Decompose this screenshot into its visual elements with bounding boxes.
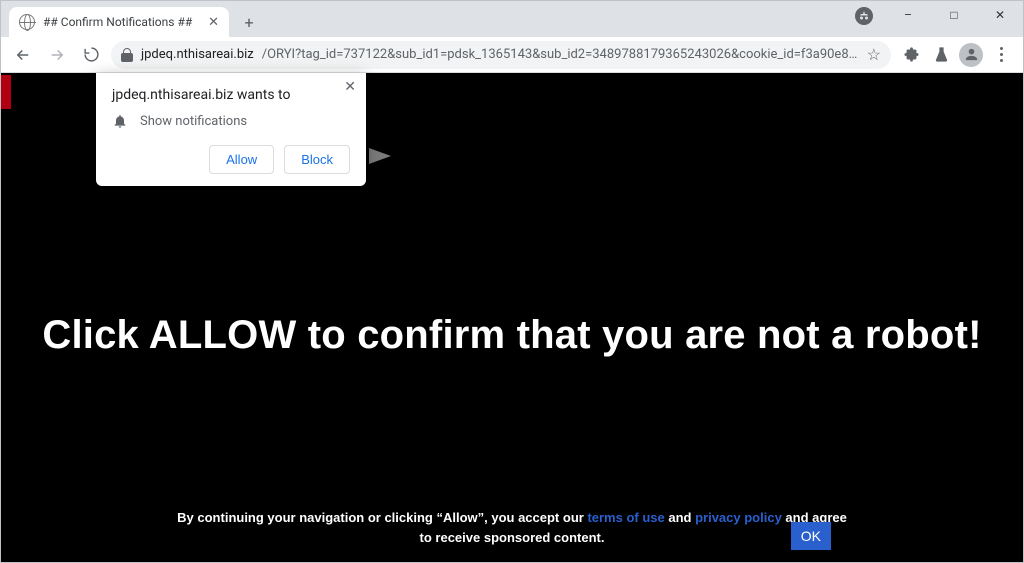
lock-icon: [121, 48, 133, 62]
extensions-button[interactable]: [897, 41, 925, 69]
window-minimize-button[interactable]: –: [885, 1, 931, 29]
browser-toolbar: jpdeq.nthisareai.biz/ORYI?tag_id=737122&…: [1, 37, 1023, 73]
window-controls: – □ ✕: [885, 1, 1023, 29]
window-maximize-button[interactable]: □: [931, 1, 977, 29]
window-close-button[interactable]: ✕: [977, 1, 1023, 29]
bell-icon: [112, 113, 128, 129]
back-button[interactable]: [9, 41, 37, 69]
dialog-close-button[interactable]: ✕: [344, 79, 356, 95]
kebab-icon: [992, 47, 1011, 62]
notification-permission-dialog: ✕ jpdeq.nthisareai.biz wants to Show not…: [96, 73, 366, 186]
pointer-arrow-icon: [369, 148, 391, 164]
dialog-origin-text: jpdeq.nthisareai.biz wants to: [112, 87, 350, 103]
browser-tab[interactable]: ## Confirm Notifications ## ✕: [9, 7, 229, 37]
avatar-icon: [959, 43, 983, 67]
privacy-link[interactable]: privacy policy: [695, 510, 782, 525]
footer-text-1: By continuing your navigation or clickin…: [177, 510, 587, 525]
labs-button[interactable]: [927, 41, 955, 69]
footer-line2: to receive sponsored content.: [420, 530, 605, 545]
menu-button[interactable]: [987, 41, 1015, 69]
page-content: Click ALLOW to confirm that you are not …: [1, 73, 1023, 562]
bookmark-star-icon[interactable]: ☆: [867, 45, 881, 64]
tab-close-button[interactable]: ✕: [208, 15, 219, 30]
terms-link[interactable]: terms of use: [587, 510, 664, 525]
ok-button[interactable]: OK: [791, 522, 831, 550]
profile-button[interactable]: [957, 41, 985, 69]
red-strip: [1, 75, 11, 109]
new-tab-button[interactable]: +: [235, 8, 263, 36]
page-footer: By continuing your navigation or clickin…: [1, 508, 1023, 548]
address-bar[interactable]: jpdeq.nthisareai.biz/ORYI?tag_id=737122&…: [111, 41, 891, 69]
forward-button[interactable]: [43, 41, 71, 69]
incognito-icon: [855, 7, 873, 25]
url-host: jpdeq.nthisareai.biz: [141, 47, 254, 62]
reload-button[interactable]: [77, 41, 105, 69]
footer-and: and: [665, 510, 695, 525]
toolbar-right: [897, 41, 1015, 69]
url-path: /ORYI?tag_id=737122&sub_id1=pdsk_1365143…: [262, 47, 859, 62]
tab-title: ## Confirm Notifications ##: [43, 15, 200, 29]
page-headline: Click ALLOW to confirm that you are not …: [1, 313, 1023, 358]
allow-button[interactable]: Allow: [209, 145, 274, 174]
globe-icon: [19, 14, 35, 30]
block-button[interactable]: Block: [284, 145, 350, 174]
dialog-permission-label: Show notifications: [140, 114, 247, 129]
